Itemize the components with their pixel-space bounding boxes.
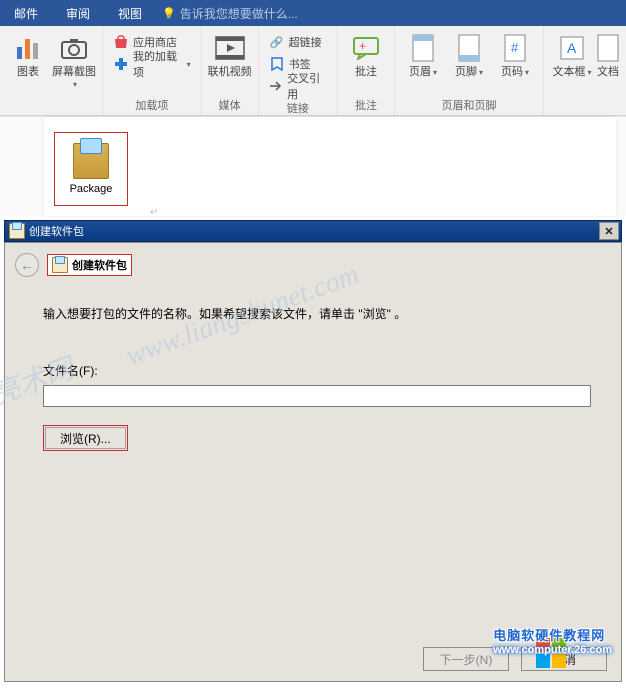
ribbon-tabs-bar: 邮件 审阅 视图 💡 告诉我您想要做什么... [0, 0, 626, 26]
crossref-label: 交叉引用 [287, 70, 327, 102]
group-addins-label: 加载项 [135, 97, 168, 113]
tab-mail[interactable]: 邮件 [0, 0, 52, 26]
group-comment: + 批注 批注 [338, 26, 395, 115]
my-addins-button[interactable]: 我的加载项 ▾ [113, 54, 191, 74]
page-number-icon: # [499, 32, 531, 64]
lightbulb-icon: 💡 [162, 7, 176, 20]
group-comment-label: 批注 [355, 97, 377, 113]
group-links: 🔗超链接 书签 交叉引用 链接 [259, 26, 338, 115]
breadcrumb: 创建软件包 [47, 254, 132, 276]
footer-label: 页脚 [455, 66, 477, 78]
package-icon [9, 223, 25, 239]
dialog-titlebar[interactable]: 创建软件包 ✕ [4, 220, 622, 242]
create-package-dialog: ← 创建软件包 输入想要打包的文件的名称。如果希望搜索该文件，请单击 "浏览" … [4, 242, 622, 682]
chart-icon [12, 32, 44, 64]
textbox-icon: A [556, 32, 588, 64]
crossref-button[interactable]: 交叉引用 [269, 76, 327, 96]
chart-label: 图表 [17, 66, 39, 78]
header-icon [407, 32, 439, 64]
hyperlink-label: 超链接 [289, 34, 322, 50]
chevron-down-icon: ▾ [433, 68, 437, 77]
breadcrumb-label: 创建软件包 [72, 257, 127, 273]
store-icon [113, 34, 129, 50]
package-object[interactable]: Package [54, 132, 128, 206]
group-header-footer: 页眉▾ 页脚▾ #页码▾ 页眉和页脚 [395, 26, 544, 115]
package-icon [52, 257, 68, 273]
hyperlink-button[interactable]: 🔗超链接 [269, 32, 327, 52]
watermark-line2: www.computer.26.com [493, 644, 612, 656]
instruction-text: 输入想要打包的文件的名称。如果希望搜索该文件，请单击 "浏览" 。 [43, 305, 593, 322]
group-label [49, 101, 52, 113]
addins-icon [113, 56, 129, 72]
filename-label: 文件名(F): [43, 362, 593, 379]
header-button[interactable]: 页眉▾ [401, 30, 445, 95]
paragraph-mark: ↵ [150, 207, 158, 218]
tell-me-placeholder: 告诉我您想要做什么... [180, 5, 298, 22]
page-number-button[interactable]: # 页码▾ [493, 30, 537, 95]
arrow-left-icon: ← [20, 257, 34, 273]
group-text: A 文本框▾ 文档 [544, 26, 626, 115]
page-number-label: 页码 [501, 66, 523, 78]
close-button[interactable]: ✕ [599, 222, 619, 240]
wordart-button[interactable]: 文档 [596, 30, 620, 99]
comment-icon: + [350, 32, 382, 64]
chevron-down-icon: ▾ [187, 60, 191, 69]
chevron-down-icon: ▾ [73, 80, 77, 89]
hyperlink-icon: 🔗 [269, 34, 285, 50]
group-addins: 应用商店 我的加载项 ▾ 加载项 [103, 26, 202, 115]
back-button[interactable]: ← [15, 253, 39, 277]
svg-text:A: A [567, 40, 577, 56]
video-icon [214, 32, 246, 64]
footer-button[interactable]: 页脚▾ [447, 30, 491, 95]
watermark-text: 电脑软硬件教程网 www.computer.26.com [493, 625, 612, 656]
tab-review[interactable]: 审阅 [52, 0, 104, 26]
group-hf-label: 页眉和页脚 [442, 97, 497, 113]
screenshot-label: 屏幕截图▾ [52, 66, 96, 91]
comment-label: 批注 [355, 66, 377, 78]
tab-view[interactable]: 视图 [104, 0, 156, 26]
online-video-button[interactable]: 联机视频 [208, 30, 252, 95]
header-label: 页眉 [409, 66, 431, 78]
package-icon [73, 143, 109, 179]
video-label: 联机视频 [208, 66, 252, 78]
chevron-down-icon: ▾ [525, 68, 529, 77]
group-left: 图表 屏幕截图▾ [0, 26, 103, 115]
tell-me-search[interactable]: 💡 告诉我您想要做什么... [162, 5, 298, 22]
textbox-button[interactable]: A 文本框▾ [550, 30, 594, 99]
chart-button[interactable]: 图表 [6, 30, 50, 99]
watermark-line1: 电脑软硬件教程网 [493, 625, 612, 644]
wordart-label: 文档 [597, 66, 619, 78]
bookmark-icon [269, 56, 285, 72]
group-media: 联机视频 媒体 [202, 26, 259, 115]
browse-button[interactable]: 浏览(R)... [43, 425, 128, 451]
package-caption: Package [70, 183, 113, 195]
svg-text:+: + [359, 39, 366, 53]
footer-icon [453, 32, 485, 64]
crossref-icon [269, 78, 283, 94]
group-links-label: 链接 [287, 100, 309, 116]
page [44, 117, 616, 216]
group-media-label: 媒体 [219, 97, 241, 113]
ribbon: 图表 屏幕截图▾ 应用商店 我的加载项 ▾ [0, 26, 626, 116]
wordart-icon [592, 32, 624, 64]
document-canvas[interactable]: Package ↵ [0, 116, 626, 216]
filename-input[interactable] [43, 385, 591, 407]
chevron-down-icon: ▾ [479, 68, 483, 77]
svg-text:#: # [511, 40, 519, 55]
screenshot-button[interactable]: 屏幕截图▾ [52, 30, 96, 99]
my-addins-label: 我的加载项 [133, 48, 181, 80]
comment-button[interactable]: + 批注 [344, 30, 388, 95]
textbox-label: 文本框 [552, 66, 585, 78]
dialog-title: 创建软件包 [29, 223, 84, 239]
screenshot-icon [58, 32, 90, 64]
chevron-down-icon: ▾ [587, 68, 591, 77]
